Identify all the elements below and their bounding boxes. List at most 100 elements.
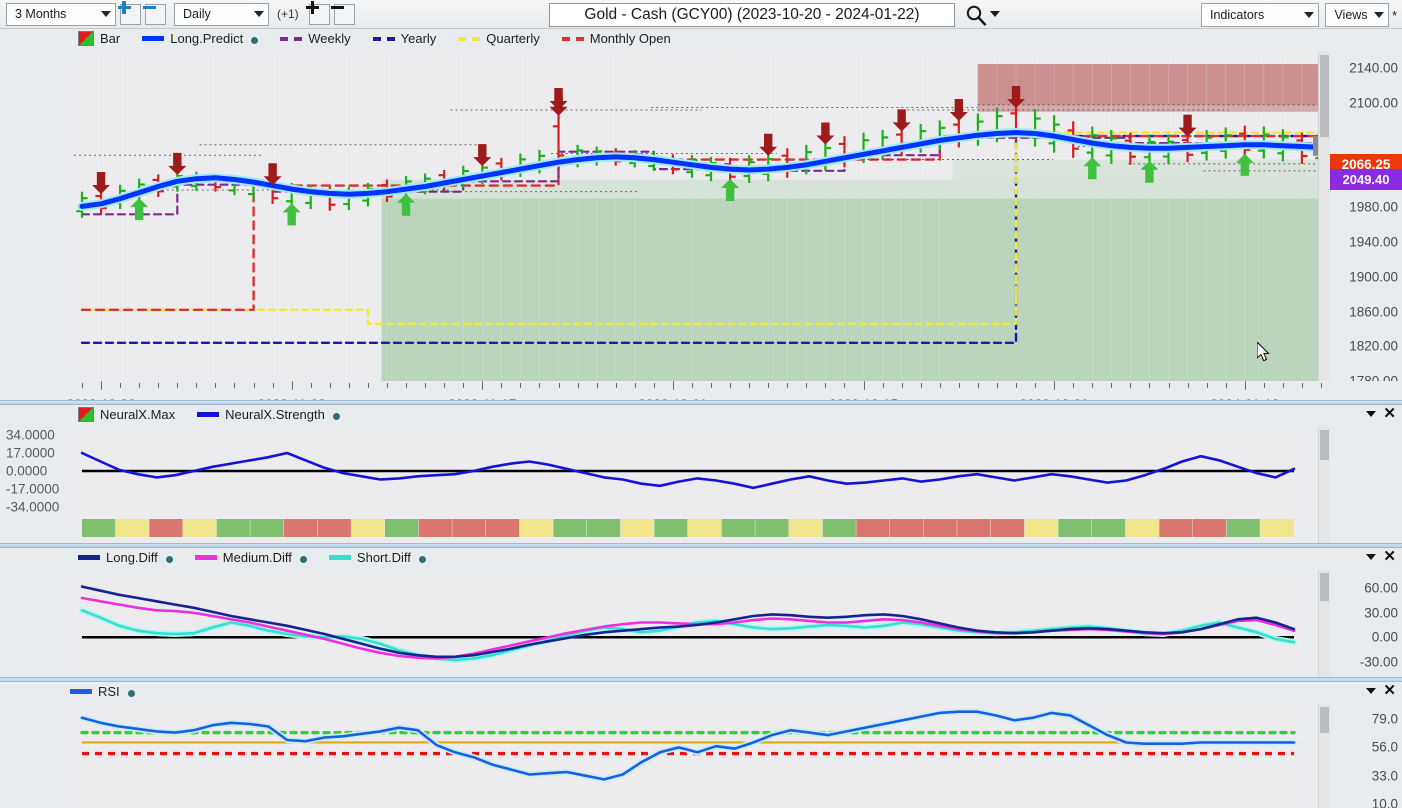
mouse-cursor (1257, 342, 1270, 362)
line-swatch-icon (78, 555, 100, 560)
settings-dot-icon[interactable] (299, 556, 307, 563)
date-minor-tick (615, 383, 617, 388)
settings-dot-icon[interactable] (165, 556, 173, 563)
settings-dot-icon[interactable] (127, 690, 135, 697)
indicators-menu[interactable]: Indicators (1201, 3, 1319, 27)
secondary-price-badge: 2049.40 (1330, 169, 1402, 190)
price-legend-label: Bar (100, 31, 121, 46)
neuralx-y-tick-label: 17.0000 (6, 445, 55, 461)
timeframe-decrease-button[interactable] (142, 3, 166, 25)
neuralx-max-segment (1226, 519, 1260, 537)
neuralx-plot-area[interactable] (74, 427, 1302, 545)
neuralx-max-segment (1125, 519, 1159, 537)
timeframe-select[interactable]: 3 Months (6, 2, 116, 26)
neuralx-max-segment (250, 519, 284, 537)
zone-support (381, 198, 1329, 381)
rsi-panel-controls[interactable]: ✕ (1366, 683, 1396, 698)
interval-decrease-button[interactable] (331, 3, 355, 25)
rsi-y-tick-label: 79.0 (1371, 711, 1398, 727)
symbol-input[interactable]: Gold - Cash (GCY00) (2023-10-20 - 2024-0… (549, 3, 955, 27)
neuralx-legend-item[interactable]: NeuralX.Max (78, 407, 175, 422)
neuralx-max-segment (486, 519, 520, 537)
date-minor-tick (558, 383, 560, 388)
neuralx-max-segment (1159, 519, 1193, 537)
rsi-legend-item[interactable]: RSI (70, 684, 135, 699)
chevron-down-icon[interactable] (1366, 554, 1377, 560)
close-icon[interactable]: ✕ (1383, 683, 1396, 698)
neuralx-max-segment (620, 519, 654, 537)
date-minor-tick (996, 383, 998, 388)
settings-dot-icon[interactable] (418, 556, 426, 563)
price-legend-label: Long.Predict (170, 31, 244, 46)
search-dropdown-caret-icon[interactable] (990, 11, 1000, 17)
date-minor-tick (101, 383, 103, 388)
timeframe-increase-button[interactable] (117, 1, 141, 25)
diff-legend-item[interactable]: Medium.Diff (194, 550, 307, 565)
settings-dot-icon[interactable] (332, 413, 340, 420)
price-y-axis[interactable]: 2140.002100.002020.001980.001940.001900.… (1330, 51, 1402, 389)
price-legend-label: Yearly (400, 31, 437, 46)
chevron-down-icon[interactable] (1366, 688, 1377, 694)
price-legend-item[interactable]: Long.Predict (142, 31, 259, 46)
neuralx-max-segment (418, 519, 452, 537)
neuralx-max-segment (519, 519, 553, 537)
price-plot-area[interactable] (74, 51, 1329, 381)
diff-y-tick-label: 60.00 (1364, 580, 1398, 596)
price-y-tick-label: 2100.00 (1349, 95, 1398, 111)
diff-legend-item[interactable]: Long.Diff (78, 550, 173, 565)
search-icon[interactable] (965, 4, 987, 26)
neuralx-scrollbar[interactable] (1318, 427, 1330, 545)
rsi-scrollbar[interactable] (1318, 704, 1330, 808)
neuralx-y-tick-label: -34.0000 (6, 499, 60, 515)
date-minor-tick (253, 383, 255, 388)
settings-dot-icon[interactable] (251, 37, 259, 44)
toolbar-overflow[interactable]: * (1392, 8, 1397, 23)
date-minor-tick (158, 383, 160, 388)
price-legend-item[interactable]: Bar (78, 31, 120, 46)
date-minor-tick (329, 383, 331, 388)
date-minor-tick (787, 383, 789, 388)
date-minor-tick (882, 383, 884, 388)
chevron-down-icon (1304, 12, 1314, 18)
dashed-line-swatch-icon (372, 36, 395, 41)
diff-legend-label: Medium.Diff (222, 550, 292, 565)
neuralx-max-segment (183, 519, 217, 537)
price-legend-item[interactable]: Weekly (280, 31, 351, 46)
neuralx-max-segment (452, 519, 486, 537)
close-icon[interactable]: ✕ (1383, 406, 1396, 421)
price-legend-item[interactable]: Yearly (372, 31, 437, 46)
interval-select[interactable]: Daily (174, 2, 269, 26)
date-minor-tick (386, 383, 388, 388)
rsi-legend: RSI (70, 684, 135, 699)
timeframe-value: 3 Months (15, 7, 67, 21)
diff-scrollbar[interactable] (1318, 570, 1330, 680)
neuralx-panel-controls[interactable]: ✕ (1366, 406, 1396, 421)
price-chart-graphics (74, 51, 1329, 381)
date-minor-tick (691, 383, 693, 388)
neuralx-max-segment (822, 519, 856, 537)
diff-panel-controls[interactable]: ✕ (1366, 549, 1396, 564)
diff-y-axis: 60.00 30.00 0.00 -30.00 (1330, 570, 1402, 680)
line-swatch-icon (142, 36, 165, 41)
neuralx-max-segment (1092, 519, 1126, 537)
chevron-down-icon[interactable] (1366, 411, 1377, 417)
neuralx-graphics (74, 427, 1302, 545)
interval-increase-button[interactable] (306, 1, 330, 25)
diff-y-tick-label: -30.00 (1359, 654, 1398, 670)
close-icon[interactable]: ✕ (1383, 549, 1396, 564)
price-legend-item[interactable]: Monthly Open (561, 31, 671, 46)
neuralx-legend-item[interactable]: NeuralX.Strength (197, 407, 340, 422)
rsi-y-tick-label: 33.0 (1371, 768, 1398, 784)
neuralx-max-segment (1024, 519, 1058, 537)
diff-legend-item[interactable]: Short.Diff (328, 550, 426, 565)
rsi-plot-area[interactable] (74, 704, 1302, 808)
rsi-y-tick-label: 10.0 (1371, 796, 1398, 808)
rsi-graphics (74, 704, 1302, 808)
neuralx-y-tick-label: -17.0000 (6, 481, 60, 497)
price-chart-scrollbar[interactable] (1318, 51, 1330, 381)
price-legend-item[interactable]: Quarterly (458, 31, 540, 46)
price-legend-label: Monthly Open (589, 31, 671, 46)
neuralx-legend-bar: NeuralX.Max NeuralX.Strength ✕ (0, 405, 1402, 427)
diff-plot-area[interactable] (74, 570, 1302, 680)
views-menu[interactable]: Views (1325, 3, 1389, 27)
